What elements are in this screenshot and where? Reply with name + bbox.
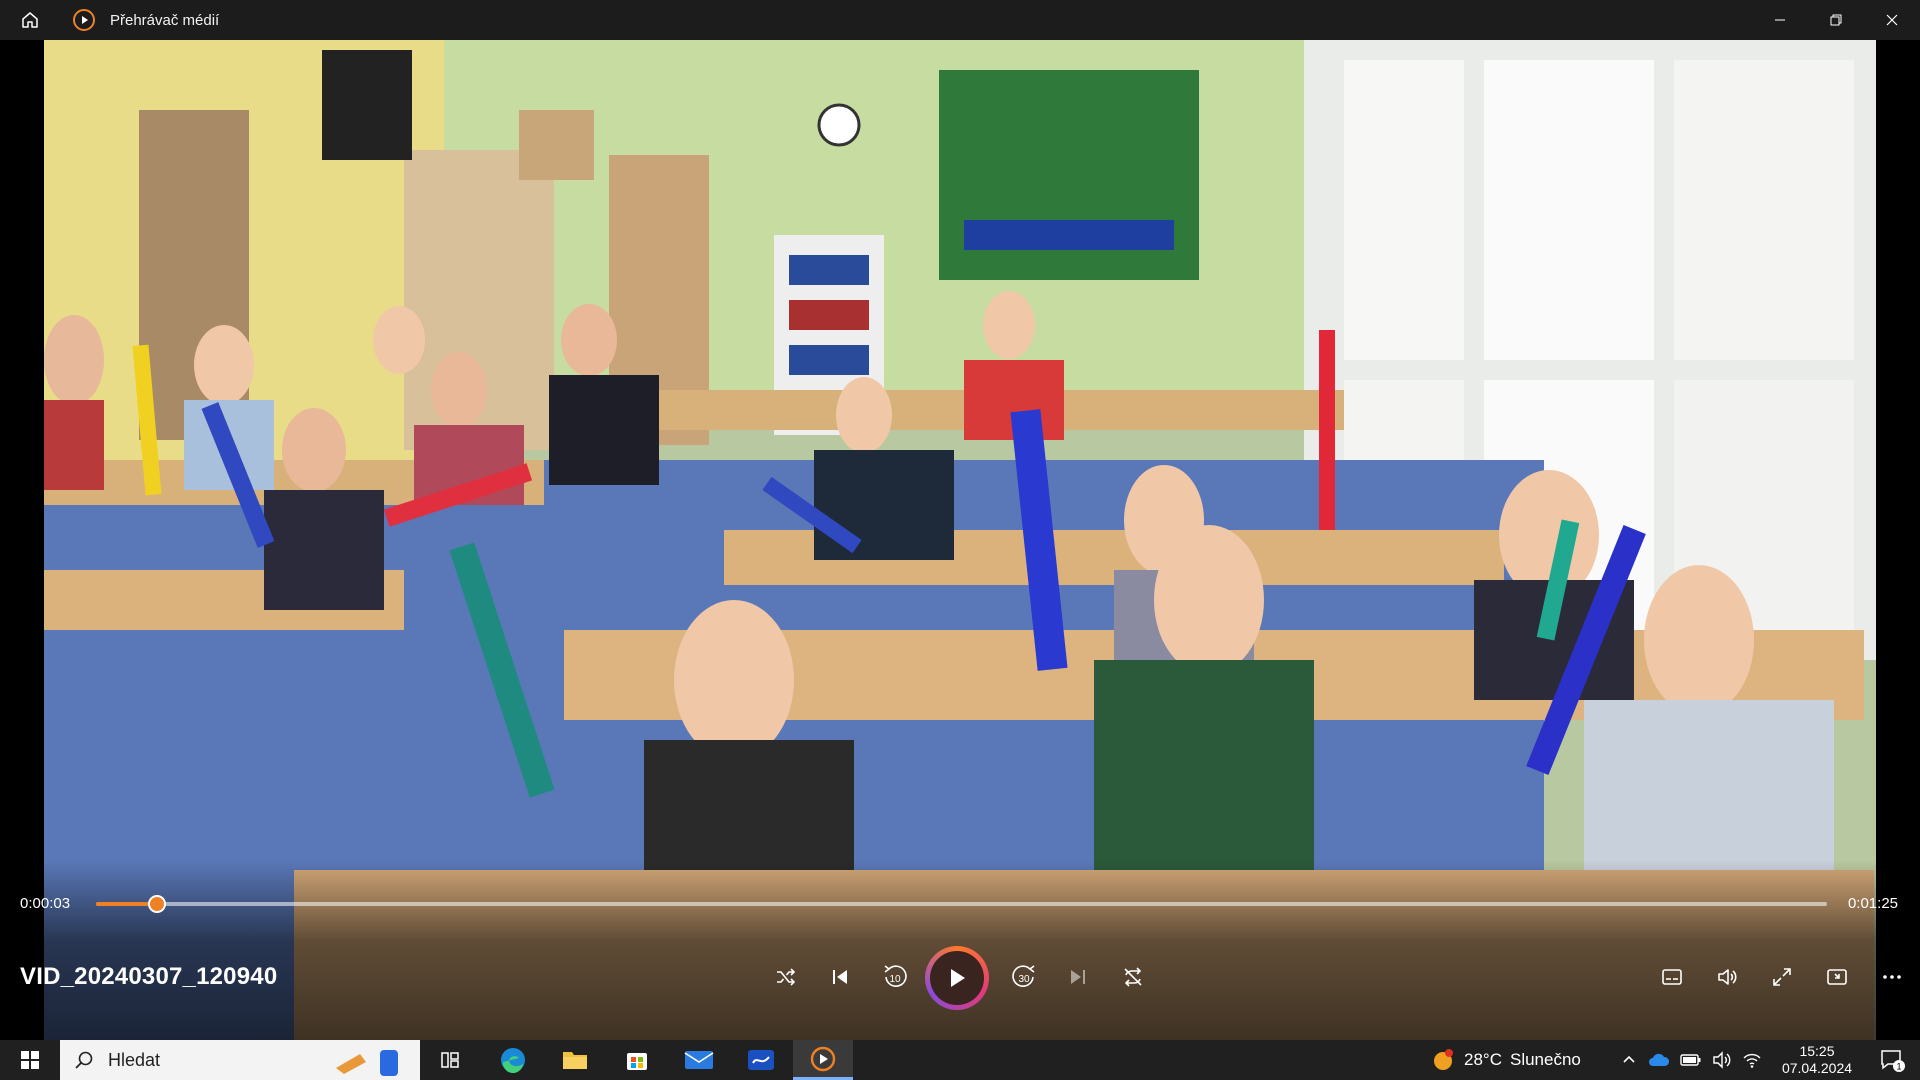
shuffle-button[interactable] [766, 957, 806, 997]
sun-icon [1434, 1049, 1453, 1070]
weather-temperature: 28°C [1464, 1050, 1502, 1069]
search-highlight-icon [336, 1050, 398, 1076]
clock-date: 07.04.2024 [1781, 1060, 1853, 1076]
taskbar-edge[interactable] [483, 1040, 543, 1080]
previous-icon [833, 970, 847, 984]
previous-button[interactable] [820, 957, 860, 997]
close-button[interactable] [1864, 0, 1920, 40]
volume-icon [1718, 969, 1737, 985]
taskbar-store[interactable] [607, 1040, 667, 1080]
repeat-off-icon [1124, 967, 1142, 987]
media-player-app-icon [72, 8, 96, 32]
taskbar-mail[interactable] [669, 1040, 729, 1080]
notification-count: 1 [1896, 1062, 1901, 1072]
media-title: VID_20240307_120940 [20, 963, 278, 990]
shuffle-icon [777, 968, 796, 986]
miniplayer-icon [1827, 969, 1847, 985]
fullscreen-button[interactable] [1762, 957, 1802, 997]
taskbar-clock[interactable]: 15:25 07.04.2024 [1772, 1043, 1862, 1077]
mail-icon [684, 1051, 714, 1069]
title-bar: Přehrávač médií [0, 0, 1920, 40]
system-tray [1620, 1040, 1762, 1080]
skip-back-icon: 10 [884, 965, 907, 987]
minimize-icon [1775, 19, 1785, 21]
skip-back-label: 10 [889, 974, 901, 985]
minimize-button[interactable] [1752, 0, 1808, 40]
restore-button[interactable] [1808, 0, 1864, 40]
next-icon [1071, 970, 1085, 984]
skip-forward-30-button[interactable]: 30 [1004, 957, 1044, 997]
restore-icon [1830, 14, 1842, 26]
next-button[interactable] [1058, 957, 1098, 997]
seek-track [96, 902, 1827, 906]
edge-browser-icon [501, 1048, 525, 1074]
store-icon [627, 1053, 647, 1070]
search-icon [75, 1051, 93, 1069]
notification-icon: 1 [1881, 1050, 1905, 1072]
seek-thumb[interactable] [147, 895, 166, 913]
task-view-button[interactable] [420, 1040, 480, 1080]
clock-time: 15:25 [1799, 1043, 1835, 1059]
media-player-icon [810, 1046, 836, 1071]
battery-icon[interactable] [1680, 1052, 1702, 1068]
play-button[interactable] [925, 946, 989, 1010]
whiteboard-icon [748, 1050, 774, 1070]
repeat-button[interactable] [1113, 957, 1153, 997]
more-options-button[interactable] [1872, 957, 1912, 997]
home-icon [22, 12, 38, 28]
start-button[interactable] [0, 1040, 60, 1080]
home-button[interactable] [0, 0, 60, 40]
window-title: Přehrávač médií [110, 11, 220, 29]
current-time: 0:00:03 [20, 895, 71, 912]
search-placeholder: Hledat [108, 1049, 161, 1070]
total-time: 0:01:25 [1847, 895, 1898, 912]
miniplayer-button[interactable] [1817, 957, 1857, 997]
speaker-icon[interactable] [1712, 1051, 1732, 1069]
taskbar-media-player[interactable] [793, 1040, 853, 1080]
folder-icon [563, 1052, 587, 1069]
chevron-up-icon[interactable] [1620, 1051, 1638, 1069]
onedrive-icon[interactable] [1648, 1052, 1670, 1068]
taskbar: Hledat 28°C Slunečno 15:25 07.04.2024 1 [0, 1040, 1920, 1080]
close-icon [1886, 14, 1898, 26]
weather-widget[interactable]: 28°C Slunečno [1430, 1040, 1581, 1080]
task-view-icon [441, 1052, 459, 1068]
fullscreen-icon [1773, 968, 1791, 986]
windows-logo-icon [21, 1051, 39, 1069]
skip-back-10-button[interactable]: 10 [875, 957, 915, 997]
play-icon [951, 969, 965, 987]
taskbar-search-box[interactable]: Hledat [60, 1040, 420, 1080]
taskbar-whiteboard[interactable] [731, 1040, 791, 1080]
skip-forward-label: 30 [1018, 974, 1030, 985]
subtitles-icon [1662, 969, 1682, 985]
subtitles-button[interactable] [1652, 957, 1692, 997]
wifi-icon[interactable] [1742, 1051, 1762, 1069]
taskbar-file-explorer[interactable] [545, 1040, 605, 1080]
weather-condition: Slunečno [1509, 1050, 1581, 1069]
more-icon [1883, 975, 1901, 979]
seek-bar[interactable] [96, 895, 1827, 913]
skip-forward-icon: 30 [1012, 965, 1035, 987]
notification-center-button[interactable]: 1 [1872, 1040, 1912, 1080]
volume-button[interactable] [1707, 957, 1747, 997]
